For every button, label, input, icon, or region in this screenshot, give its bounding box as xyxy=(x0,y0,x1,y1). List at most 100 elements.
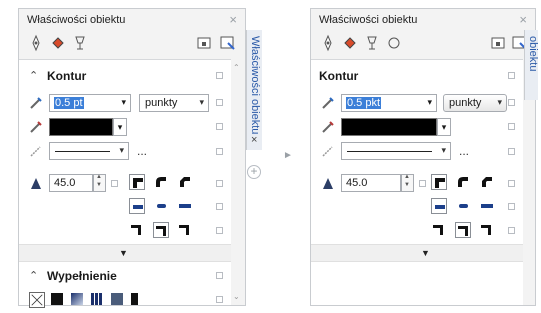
round-cap-button[interactable] xyxy=(455,198,471,214)
docker-vertical-tab[interactable]: Właściwości obiektu × xyxy=(246,30,262,150)
miter-limit-field[interactable]: 45.0 xyxy=(49,174,93,192)
pin-icon[interactable] xyxy=(216,296,223,303)
miter-limit-icon xyxy=(321,176,335,190)
outside-position-button[interactable] xyxy=(431,222,447,238)
solid-line-preview xyxy=(55,151,110,152)
pin-icon[interactable] xyxy=(508,203,515,210)
outside-position-button[interactable] xyxy=(129,222,145,238)
close-icon[interactable]: × xyxy=(519,12,527,27)
outline-units-select[interactable]: punkty ▾ xyxy=(139,94,209,112)
miter-limit-value: 45.0 xyxy=(54,177,76,189)
docker-options-icon[interactable] xyxy=(489,34,507,52)
expand-more-options-bar[interactable]: ▼ xyxy=(311,244,523,262)
pin-icon[interactable] xyxy=(216,272,223,279)
add-docker-icon[interactable]: + xyxy=(247,165,261,179)
scroll-down-icon[interactable]: ⌄ xyxy=(233,292,240,301)
transition-arrow-icon: ► xyxy=(283,150,293,161)
postscript-fill-button[interactable] xyxy=(131,293,143,305)
miter-limit-field[interactable]: 45.0 xyxy=(341,174,401,192)
tab-close-icon[interactable]: × xyxy=(251,134,257,146)
docker-titlebar: Właściwości obiektu × xyxy=(19,9,245,31)
docker-title: Właściwości obiektu xyxy=(27,14,126,26)
outline-units-select[interactable]: punkty ▾ xyxy=(443,94,507,112)
outline-color-icon xyxy=(29,120,43,134)
outline-style-select[interactable]: ▾ xyxy=(341,142,451,160)
miter-corner-button[interactable] xyxy=(129,174,145,190)
outline-color-picker-button[interactable]: ▾ xyxy=(113,118,127,136)
pin-icon[interactable] xyxy=(216,180,223,187)
circle-tab-icon[interactable] xyxy=(385,34,403,52)
transparency-glass-tab-icon[interactable] xyxy=(71,34,89,52)
inside-position-button[interactable] xyxy=(479,222,495,238)
docker-vertical-tab[interactable]: Właściwości obiektu xyxy=(524,30,541,100)
miter-limit-stepper[interactable] xyxy=(401,174,414,192)
docker-title: Właściwości obiektu xyxy=(319,14,418,26)
butt-cap-button[interactable] xyxy=(129,198,145,214)
pin-icon[interactable] xyxy=(111,180,118,187)
expand-down-icon: ▼ xyxy=(421,248,430,258)
outline-pen-tab-icon[interactable] xyxy=(319,34,337,52)
no-fill-button[interactable] xyxy=(29,292,45,308)
units-dropdown-arrow: ▾ xyxy=(497,97,502,107)
outline-section-header[interactable]: Kontur xyxy=(311,66,523,86)
center-position-button[interactable] xyxy=(455,222,471,238)
pin-icon[interactable] xyxy=(216,148,223,155)
vertical-scrollbar[interactable]: ⌃ ⌄ xyxy=(231,59,243,305)
pin-icon[interactable] xyxy=(508,227,515,234)
docker-options-icon[interactable] xyxy=(195,34,213,52)
collapse-chevron-icon[interactable]: ⌃ xyxy=(29,269,38,282)
uniform-fill-button[interactable] xyxy=(51,293,63,305)
pin-icon[interactable] xyxy=(216,72,223,79)
fountain-fill-button[interactable] xyxy=(71,293,83,305)
pin-icon[interactable] xyxy=(419,180,426,187)
pattern-fill-button[interactable] xyxy=(91,293,103,305)
round-cap-button[interactable] xyxy=(153,198,169,214)
inside-position-button[interactable] xyxy=(177,222,193,238)
vertical-tab-label: Właściwości obiektu xyxy=(527,36,541,96)
pin-icon[interactable] xyxy=(508,99,515,106)
width-dropdown-arrow[interactable]: ▾ xyxy=(121,97,126,108)
bevel-corner-button[interactable] xyxy=(177,174,193,190)
outline-color-swatch[interactable] xyxy=(341,118,437,136)
pin-icon[interactable] xyxy=(216,203,223,210)
docker-float-icon[interactable] xyxy=(219,34,237,52)
width-dropdown-arrow[interactable]: ▾ xyxy=(427,97,432,108)
fill-section-header[interactable]: ⌃ Wypełnienie xyxy=(19,266,231,286)
outline-width-icon xyxy=(321,96,335,110)
butt-cap-button[interactable] xyxy=(431,198,447,214)
collapse-chevron-icon[interactable]: ⌃ xyxy=(29,69,38,82)
outline-color-swatch[interactable] xyxy=(49,118,113,136)
pin-icon[interactable] xyxy=(508,123,515,130)
scroll-up-icon[interactable]: ⌃ xyxy=(233,63,240,72)
pin-icon[interactable] xyxy=(508,180,515,187)
object-properties-docker-new: Właściwości obiektu × ⌃ Kontur 0.5 pt ▾ … xyxy=(18,8,246,308)
transparency-glass-tab-icon[interactable] xyxy=(363,34,381,52)
round-corner-button[interactable] xyxy=(153,174,169,190)
pin-icon[interactable] xyxy=(508,148,515,155)
pin-icon[interactable] xyxy=(216,123,223,130)
more-styles-button[interactable]: ... xyxy=(137,144,147,158)
square-cap-button[interactable] xyxy=(177,198,193,214)
round-corner-button[interactable] xyxy=(455,174,471,190)
square-cap-button[interactable] xyxy=(479,198,495,214)
outline-style-select[interactable]: ▾ xyxy=(49,142,129,160)
outline-pen-tab-icon[interactable] xyxy=(27,34,45,52)
outline-section-header[interactable]: ⌃ Kontur xyxy=(19,66,231,86)
expand-more-options-bar[interactable]: ▼ xyxy=(19,244,231,262)
miter-limit-stepper[interactable] xyxy=(93,174,106,192)
close-icon[interactable]: × xyxy=(229,12,237,27)
center-position-button[interactable] xyxy=(153,222,169,238)
outline-width-icon xyxy=(29,96,43,110)
fill-bucket-tab-icon[interactable] xyxy=(49,34,67,52)
pin-icon[interactable] xyxy=(508,72,515,79)
texture-fill-button[interactable] xyxy=(111,293,123,305)
bevel-corner-button[interactable] xyxy=(479,174,495,190)
pin-icon[interactable] xyxy=(216,99,223,106)
outline-width-field[interactable]: 0.5 pt ▾ xyxy=(49,94,131,112)
pin-icon[interactable] xyxy=(216,227,223,234)
more-styles-button[interactable]: ... xyxy=(459,144,469,158)
miter-corner-button[interactable] xyxy=(431,174,447,190)
outline-width-field[interactable]: 0.5 pkt ▾ xyxy=(341,94,437,112)
fill-bucket-tab-icon[interactable] xyxy=(341,34,359,52)
outline-color-picker-button[interactable]: ▾ xyxy=(437,118,451,136)
